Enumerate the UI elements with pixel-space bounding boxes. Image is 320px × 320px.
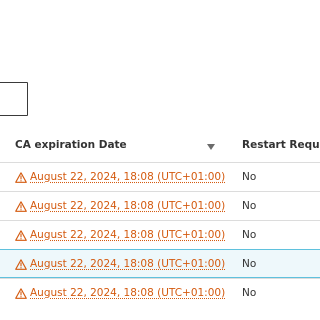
- ca-expiration-date: August 22, 2024, 18:08 (UTC+01:00): [30, 171, 226, 183]
- table-body: August 22, 2024, 18:08 (UTC+01:00) No Au…: [0, 162, 320, 307]
- table-row-selected[interactable]: August 22, 2024, 18:08 (UTC+01:00) No: [0, 249, 320, 278]
- ca-expiration-date: August 22, 2024, 18:08 (UTC+01:00): [30, 200, 226, 212]
- restart-required-value: No: [242, 258, 257, 270]
- ca-expiration-date: August 22, 2024, 18:08 (UTC+01:00): [30, 229, 226, 241]
- warning-triangle-icon: [15, 288, 27, 299]
- column-header-restart-required[interactable]: Restart Required: [242, 139, 320, 151]
- ca-expiration-date: August 22, 2024, 18:08 (UTC+01:00): [30, 287, 226, 299]
- select-checkbox[interactable]: [0, 82, 28, 116]
- restart-required-value: No: [242, 200, 257, 212]
- column-header-ca-expiration[interactable]: CA expiration Date: [15, 139, 127, 151]
- table-viewport: CA expiration Date Restart Required Augu…: [0, 0, 320, 320]
- table-row[interactable]: August 22, 2024, 18:08 (UTC+01:00) No: [0, 278, 320, 307]
- warning-triangle-icon: [15, 201, 27, 212]
- restart-required-value: No: [242, 229, 257, 241]
- warning-triangle-icon: [15, 259, 27, 270]
- restart-required-value: No: [242, 171, 257, 183]
- restart-required-value: No: [242, 287, 257, 299]
- warning-triangle-icon: [15, 230, 27, 241]
- table-row[interactable]: August 22, 2024, 18:08 (UTC+01:00) No: [0, 220, 320, 249]
- ca-expiration-date: August 22, 2024, 18:08 (UTC+01:00): [30, 258, 226, 270]
- table-row[interactable]: August 22, 2024, 18:08 (UTC+01:00) No: [0, 191, 320, 220]
- sort-descending-icon[interactable]: [206, 142, 216, 152]
- table-row[interactable]: August 22, 2024, 18:08 (UTC+01:00) No: [0, 162, 320, 191]
- warning-triangle-icon: [15, 172, 27, 183]
- table-header: CA expiration Date Restart Required: [0, 132, 320, 162]
